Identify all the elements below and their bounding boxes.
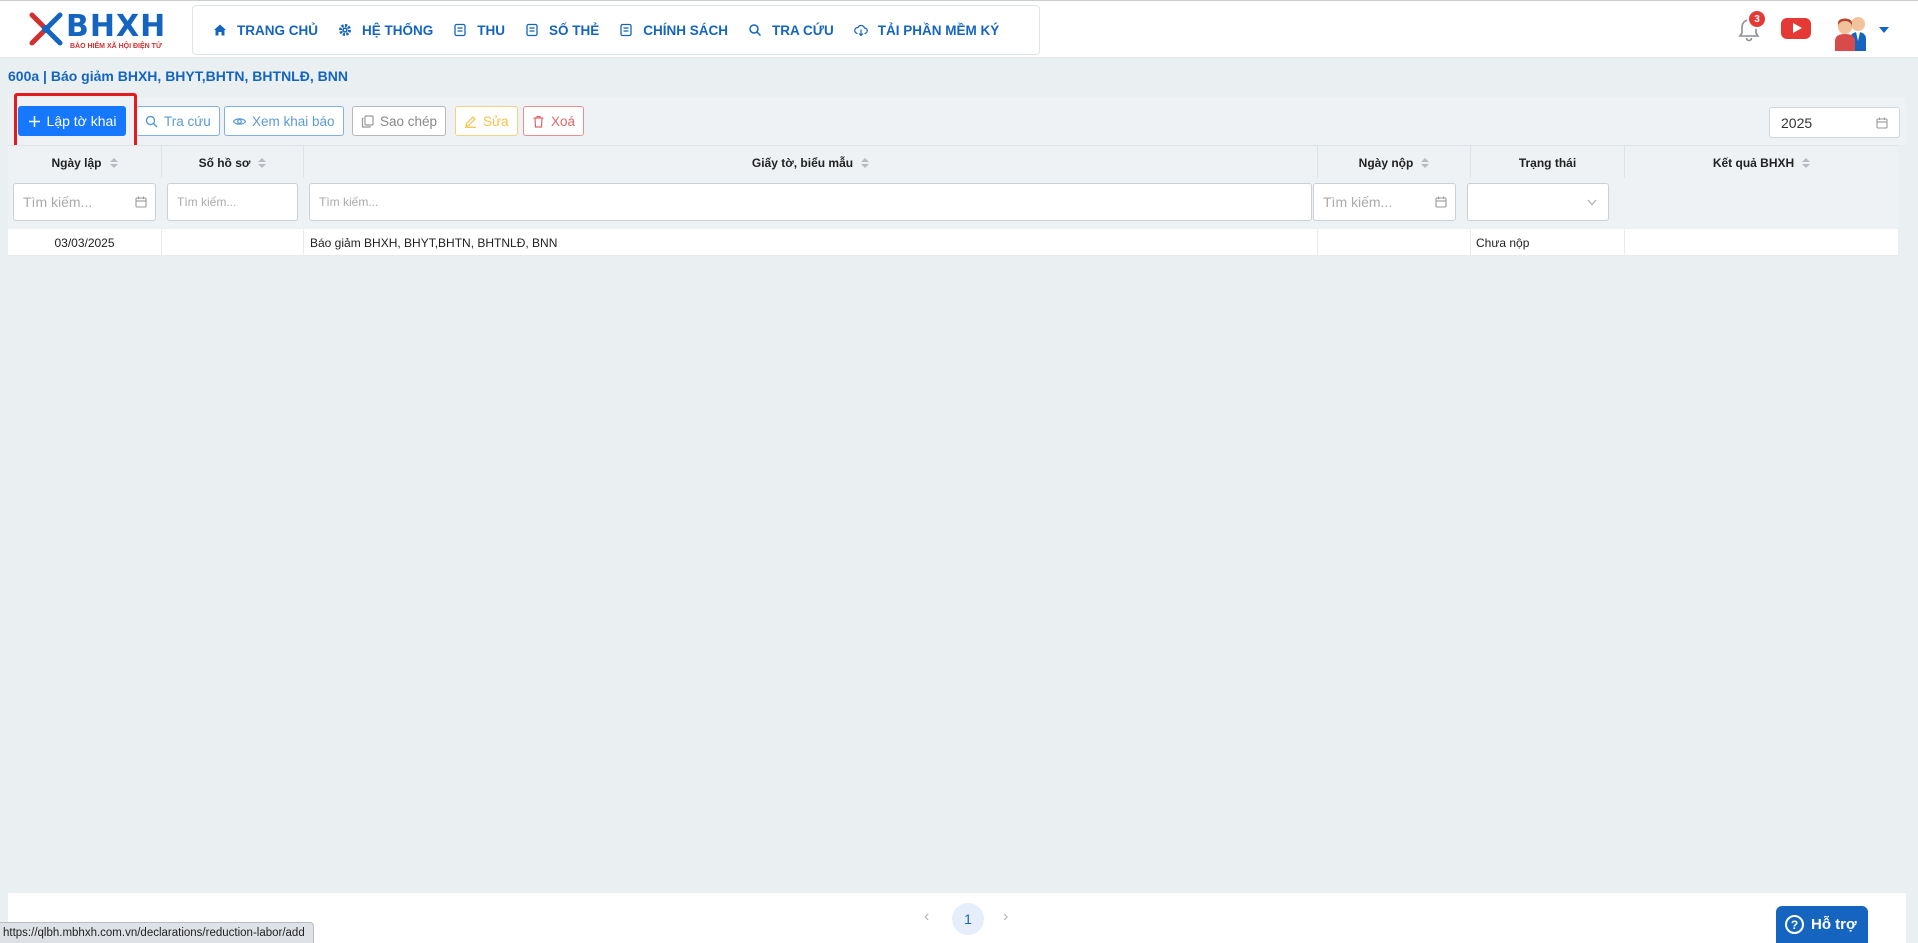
search-icon [145,115,158,128]
edit-label: Sửa [483,113,509,129]
search-label: Tra cứu [164,113,211,129]
nav-label: HỆ THỐNG [362,22,434,38]
nav-label: TRANG CHỦ [237,22,318,38]
chevron-right-icon[interactable]: › [1003,908,1008,926]
copy-icon [361,114,374,128]
view-declaration-label: Xem khai báo [252,113,335,129]
document-list-icon [619,23,633,37]
document-list-icon [453,23,467,37]
cloud-download-icon [853,23,868,37]
column-title: Trạng thái [1518,155,1577,170]
copy-button[interactable]: Sao chép [352,106,447,136]
table-row[interactable]: 03/03/2025 Báo giảm BHXH, BHYT,BHTN, BHT… [8,229,1898,256]
nav-label: TẢI PHẦN MỀM KÝ [877,22,1000,38]
filter-placeholder: Tìm kiếm... [1323,194,1393,210]
cell-giay-to-bieu-mau: Báo giảm BHXH, BHYT,BHTN, BHTNLĐ, BNN [304,229,1318,256]
filter-placeholder: Tìm kiếm... [319,195,379,209]
table-header: Ngày lập Số hồ sơ Giấy tờ, biểu mẫu Ngày… [8,145,1898,179]
main-nav: TRANG CHỦ HỆ THỐNG THU SỐ THẺ CHÍNH SÁCH… [192,5,1040,55]
filter-trang-thai-select[interactable] [1467,183,1609,221]
youtube-icon[interactable] [1781,18,1811,39]
filter-placeholder: Tìm kiếm... [177,195,237,209]
filter-giay-to-input[interactable]: Tìm kiếm... [309,183,1312,221]
edit-button[interactable]: Sửa [455,106,518,136]
copy-label: Sao chép [380,113,438,129]
page-title: 600a | Báo giảm BHXH, BHYT,BHTN, BHTNLĐ,… [8,68,348,84]
year-value: 2025 [1781,114,1813,131]
search-icon [748,23,762,37]
sort-icon[interactable] [258,157,267,168]
help-button[interactable]: ? Hỗ trợ [1776,906,1868,943]
sort-icon[interactable] [109,157,118,168]
column-title: Ngày lập [51,155,102,170]
sort-icon[interactable] [1421,157,1430,168]
column-title: Số hồ sơ [198,155,251,170]
help-label: Hỗ trợ [1811,916,1857,933]
filter-ngay-nop-input[interactable]: Tìm kiếm... [1313,183,1456,221]
nav-item-tra-cuu[interactable]: TRA CỨU [742,15,848,45]
chevron-down-icon[interactable] [1879,27,1889,33]
logo-text: BHXH [66,9,167,44]
cell-ket-qua-bhxh [1625,229,1898,256]
page-number-current[interactable]: 1 [952,903,984,935]
column-header-ket-qua-bhxh[interactable]: Kết quả BHXH [1625,146,1898,179]
search-button[interactable]: Tra cứu [136,106,220,136]
document-list-icon [525,23,539,37]
sort-icon[interactable] [1802,157,1811,168]
plus-icon [28,115,41,128]
question-icon: ? [1785,915,1804,934]
sort-icon[interactable] [861,157,870,168]
nav-item-chinh-sach[interactable]: CHÍNH SÁCH [613,15,742,45]
filter-row: Tìm kiếm... Tìm kiếm... Tìm kiếm... Tìm … [8,178,1898,228]
nav-label: CHÍNH SÁCH [643,22,729,38]
create-declaration-button[interactable]: Lập tờ khai [18,106,126,136]
chevron-left-icon[interactable]: ‹ [924,908,929,926]
nav-item-so-the[interactable]: SỐ THẺ [519,15,613,45]
nav-item-he-thong[interactable]: HỆ THỐNG [332,15,447,45]
column-title: Giấy tờ, biểu mẫu [751,155,854,170]
cell-trang-thai: Chưa nộp [1471,229,1625,256]
column-header-ngay-lap[interactable]: Ngày lập [8,146,162,179]
view-declaration-button[interactable]: Xem khai báo [224,106,344,136]
top-header: BHXH BẢO HIỂM XÃ HỘI ĐIỆN TỬ TRANG CHỦ H… [0,0,1918,58]
eye-icon [233,115,246,128]
column-header-ngay-nop[interactable]: Ngày nộp [1318,146,1471,179]
column-header-giay-to-bieu-mau[interactable]: Giấy tờ, biểu mẫu [304,146,1318,179]
notification-count-badge: 3 [1747,9,1767,29]
logo-mark-icon [29,12,63,46]
filter-so-ho-so-input[interactable]: Tìm kiếm... [167,183,298,221]
column-header-trang-thai: Trạng thái [1471,146,1625,179]
cell-ngay-lap: 03/03/2025 [8,229,162,256]
logo-tagline: BẢO HIỂM XÃ HỘI ĐIỆN TỬ [70,43,162,50]
chevron-down-icon [1587,199,1597,206]
delete-label: Xoá [551,113,576,129]
calendar-icon [1876,117,1888,129]
gear-icon [338,23,352,37]
nav-item-trang-chu[interactable]: TRANG CHỦ [207,15,332,45]
status-bar-url: https://qlbh.mbhxh.com.vn/declarations/r… [0,922,314,943]
calendar-icon [1435,196,1447,208]
nav-label: TRA CỨU [772,22,834,38]
nav-label: THU [477,22,506,38]
column-title: Kết quả BHXH [1712,155,1795,170]
nav-item-tai-phan-mem-ky[interactable]: TẢI PHẦN MỀM KÝ [848,15,1014,45]
calendar-icon [135,196,147,208]
cell-ngay-nop [1318,229,1471,256]
action-toolbar: Lập tờ khai Tra cứu Xem khai báo Sao ché… [8,97,1906,145]
create-declaration-label: Lập tờ khai [46,113,117,129]
column-title: Ngày nộp [1358,155,1414,170]
edit-icon [464,115,477,128]
bhxh-logo[interactable]: BHXH BẢO HIỂM XÃ HỘI ĐIỆN TỬ [26,7,174,55]
trash-icon [532,115,545,128]
cell-so-ho-so [162,229,304,256]
year-picker[interactable]: 2025 [1769,107,1900,138]
user-avatar[interactable] [1832,11,1872,51]
filter-placeholder: Tìm kiếm... [23,194,93,210]
delete-button[interactable]: Xoá [523,106,585,136]
nav-label: SỐ THẺ [549,22,600,38]
home-icon [213,23,227,37]
column-header-so-ho-so[interactable]: Số hồ sơ [162,146,304,179]
nav-item-thu[interactable]: THU [447,15,519,45]
filter-ngay-lap-input[interactable]: Tìm kiếm... [13,183,156,221]
